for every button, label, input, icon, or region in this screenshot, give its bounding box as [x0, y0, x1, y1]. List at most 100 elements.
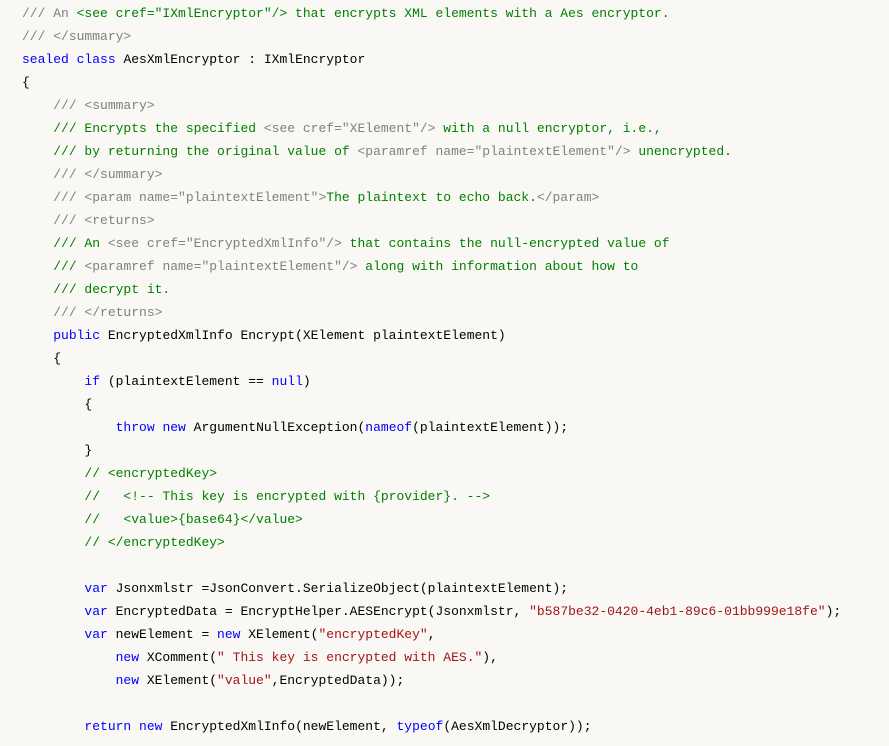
code-token: XElement( [139, 673, 217, 688]
code-token: new [217, 627, 240, 642]
code-line: // <value>{base64}</value> [22, 508, 889, 531]
code-token: /// An [22, 6, 77, 21]
code-line: /// <paramref name="plaintextElement"/> … [22, 255, 889, 278]
code-token: ) [303, 374, 311, 389]
code-token: { [22, 75, 30, 90]
code-line: /// by returning the original value of <… [22, 140, 889, 163]
code-block: /// An <see cref="IXmlEncryptor"/> that … [0, 0, 889, 746]
code-token: /// <param name="plaintextElement"> [53, 190, 326, 205]
code-token: EncryptedXmlInfo(newElement, [162, 719, 396, 734]
code-token: // <!-- This key is encrypted with {prov… [84, 489, 490, 504]
code-token: // <encryptedKey> [84, 466, 217, 481]
code-token: <paramref name="plaintextElement"/> [84, 259, 357, 274]
code-token: /// </returns> [53, 305, 162, 320]
code-token: <see cref="XElement"/> [264, 121, 436, 136]
code-token: /// An [53, 236, 108, 251]
code-line: var newElement = new XElement("encrypted… [22, 623, 889, 646]
code-token: class [77, 52, 116, 67]
code-token: along with information about how to [357, 259, 638, 274]
code-token [69, 52, 77, 67]
code-token: /// Encrypts the specified [53, 121, 264, 136]
code-line: if (plaintextElement == null) [22, 370, 889, 393]
code-token: nameof [365, 420, 412, 435]
code-token: that encrypts XML elements with a Aes en… [287, 6, 669, 21]
code-token: (plaintextElement)); [412, 420, 568, 435]
code-token: AesXmlEncryptor : IXmlEncryptor [116, 52, 366, 67]
code-token: ArgumentNullException( [186, 420, 365, 435]
code-token: // </encryptedKey> [84, 535, 224, 550]
code-token: /// [53, 259, 84, 274]
code-line: /// Encrypts the specified <see cref="XE… [22, 117, 889, 140]
code-token: new [116, 650, 139, 665]
code-token: ); [826, 604, 842, 619]
code-token: /// decrypt it. [53, 282, 170, 297]
code-token: XComment( [139, 650, 217, 665]
code-line [22, 692, 889, 715]
code-token: , [428, 627, 436, 642]
code-line: throw new ArgumentNullException(nameof(p… [22, 416, 889, 439]
code-token: if [84, 374, 100, 389]
code-token: { [84, 397, 92, 412]
code-token: typeof [397, 719, 444, 734]
code-token: EncryptedData = EncryptHelper.AESEncrypt… [108, 604, 529, 619]
code-token: </param> [537, 190, 599, 205]
code-token: /// </summary> [53, 167, 162, 182]
code-token: /// </summary> [22, 29, 131, 44]
code-line: /// </summary> [22, 25, 889, 48]
code-token: "b587be32-0420-4eb1-89c6-01bb999e18fe" [529, 604, 825, 619]
code-token: newElement = [108, 627, 217, 642]
code-token: unencrypted. [631, 144, 732, 159]
code-line: /// <summary> [22, 94, 889, 117]
code-token: /// <returns> [53, 213, 154, 228]
code-token: null [272, 374, 303, 389]
code-line: sealed class AesXmlEncryptor : IXmlEncry… [22, 48, 889, 71]
code-token: <paramref name="plaintextElement"/> [357, 144, 630, 159]
code-line: /// <param name="plaintextElement">The p… [22, 186, 889, 209]
code-token: (plaintextElement == [100, 374, 272, 389]
code-line: new XComment(" This key is encrypted wit… [22, 646, 889, 669]
code-token [131, 719, 139, 734]
code-line: } [22, 439, 889, 462]
code-token: var [84, 627, 107, 642]
code-token: XElement( [240, 627, 318, 642]
code-token: new [139, 719, 162, 734]
code-token: Jsonxmlstr =JsonConvert.SerializeObject(… [108, 581, 568, 596]
code-token: "value" [217, 673, 272, 688]
code-line: // <!-- This key is encrypted with {prov… [22, 485, 889, 508]
code-token: sealed [22, 52, 69, 67]
code-token: } [84, 443, 92, 458]
code-token: /// by returning the original value of [53, 144, 357, 159]
code-token: EncryptedXmlInfo Encrypt(XElement plaint… [100, 328, 506, 343]
code-token: /// <summary> [53, 98, 154, 113]
code-token: "encryptedKey" [318, 627, 427, 642]
code-line: new XElement("value",EncryptedData)); [22, 669, 889, 692]
code-token: // <value>{base64}</value> [84, 512, 302, 527]
code-line: /// </summary> [22, 163, 889, 186]
code-token: The plaintext to echo back. [326, 190, 537, 205]
code-token: <see cref="IXmlEncryptor"/> [77, 6, 288, 21]
code-line: { [22, 393, 889, 416]
code-line: /// An <see cref="EncryptedXmlInfo"/> th… [22, 232, 889, 255]
code-line: { [22, 347, 889, 370]
code-token: { [53, 351, 61, 366]
code-token: new [116, 673, 139, 688]
code-line: return new EncryptedXmlInfo(newElement, … [22, 715, 889, 738]
code-token: ,EncryptedData)); [272, 673, 405, 688]
code-token: " This key is encrypted with AES." [217, 650, 482, 665]
code-token: (AesXmlDecryptor)); [443, 719, 591, 734]
code-token: ), [482, 650, 498, 665]
code-token: <see cref="EncryptedXmlInfo"/> [108, 236, 342, 251]
code-token: public [53, 328, 100, 343]
code-token: return [84, 719, 131, 734]
code-line: // </encryptedKey> [22, 531, 889, 554]
code-line: var Jsonxmlstr =JsonConvert.SerializeObj… [22, 577, 889, 600]
code-line: /// An <see cref="IXmlEncryptor"/> that … [22, 2, 889, 25]
code-token: var [84, 581, 107, 596]
code-line: { [22, 71, 889, 94]
code-token: that contains the null-encrypted value o… [342, 236, 670, 251]
code-line: /// <returns> [22, 209, 889, 232]
code-line: // <encryptedKey> [22, 462, 889, 485]
code-token: throw [116, 420, 155, 435]
code-line: /// decrypt it. [22, 278, 889, 301]
code-line: var EncryptedData = EncryptHelper.AESEnc… [22, 600, 889, 623]
